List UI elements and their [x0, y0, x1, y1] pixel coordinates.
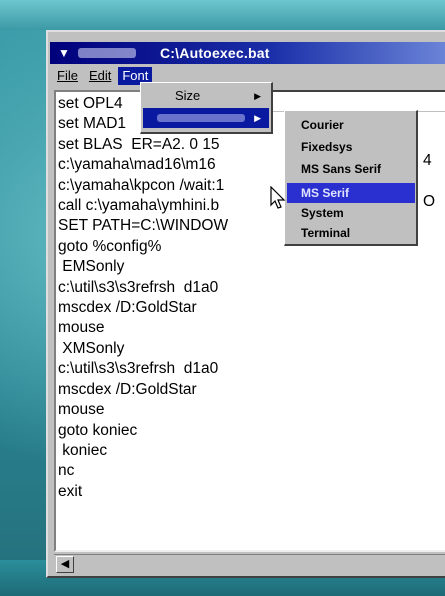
monitor-bezel-top	[0, 0, 445, 30]
typeface-blurred-label	[157, 114, 245, 122]
scroll-left-arrow-icon[interactable]: ◀	[56, 556, 74, 573]
submenu-arrow-icon: ▶	[254, 113, 261, 123]
typeface-ms-sans-serif[interactable]: MS Sans Serif	[287, 159, 415, 179]
typeface-courier[interactable]: Courier	[287, 115, 415, 135]
horizontal-scrollbar[interactable]: ◀	[54, 554, 445, 574]
app-icon[interactable]: ▼	[58, 46, 72, 60]
editor-line[interactable]: mouse	[58, 400, 228, 420]
mouse-pointer-icon	[270, 186, 286, 209]
editor-line[interactable]: goto %config%	[58, 237, 228, 257]
font-menu-typeface[interactable]: ▶	[143, 108, 269, 128]
size-submenu-box	[270, 90, 445, 112]
editor-line[interactable]: koniec	[58, 441, 228, 461]
editor-line[interactable]: call c:\yamaha\ymhini.b	[58, 196, 228, 216]
editor-line[interactable]: mscdex /D:GoldStar	[58, 298, 228, 318]
submenu-arrow-icon: ▶	[254, 91, 261, 101]
menu-edit[interactable]: Edit	[85, 67, 115, 85]
editor-lines: set OPL4 set MAD1 set BLAS ER=A2. 0 15 c:\y…	[58, 94, 228, 502]
editor-line[interactable]: c:\util\s3\s3refrsh d1a0	[58, 359, 228, 379]
typeface-system[interactable]: System	[287, 203, 415, 223]
editor-line[interactable]: nc	[58, 461, 228, 481]
title-blurred-text	[78, 48, 136, 58]
editor-overflow-char: O	[423, 193, 436, 210]
typeface-terminal[interactable]: Terminal	[287, 223, 415, 243]
menu-file[interactable]: File	[53, 67, 82, 85]
editor-line[interactable]: SET PATH=C:\WINDOW	[58, 216, 228, 236]
editor-line[interactable]: set BLAS ER=A2. 0 15	[58, 135, 228, 155]
editor-line[interactable]: mscdex /D:GoldStar	[58, 380, 228, 400]
editor-line[interactable]: XMSonly	[58, 339, 228, 359]
title-bar[interactable]: ▼ C:\Autoexec.bat	[50, 42, 445, 64]
editor-line[interactable]: mouse	[58, 318, 228, 338]
editor-overflow-char: 4	[423, 152, 432, 169]
editor-line[interactable]: goto koniec	[58, 421, 228, 441]
font-menu-size[interactable]: Size ▶	[143, 86, 269, 106]
window-title: C:\Autoexec.bat	[160, 45, 270, 61]
typeface-fixedsys[interactable]: Fixedsys	[287, 137, 415, 157]
editor-line[interactable]: c:\yamaha\mad16\m16	[58, 155, 228, 175]
typeface-submenu: Courier Fixedsys MS Sans Serif MS Serif …	[284, 110, 418, 246]
editor-line[interactable]: exit	[58, 482, 228, 502]
font-dropdown: Size ▶ ▶	[140, 82, 273, 134]
typeface-ms-serif[interactable]: MS Serif	[287, 183, 415, 203]
editor-line[interactable]: c:\util\s3\s3refrsh d1a0	[58, 278, 228, 298]
editor-line[interactable]: c:\yamaha\kpcon /wait:1	[58, 176, 228, 196]
editor-line[interactable]: EMSonly	[58, 257, 228, 277]
